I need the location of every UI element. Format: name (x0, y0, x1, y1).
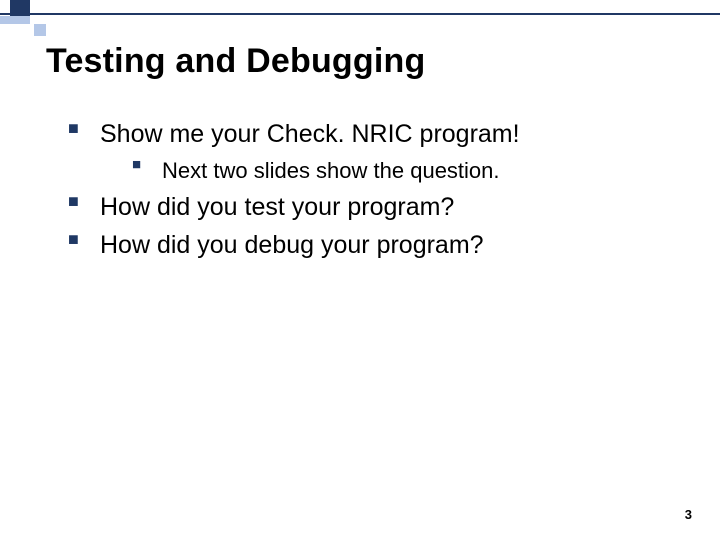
page-number: 3 (685, 507, 692, 522)
sub-bullet-item: Next two slides show the question. (132, 156, 680, 186)
bullet-text: How did you debug your program? (100, 231, 484, 259)
slide-body: Show me your Check. NRIC program! Next t… (68, 118, 680, 267)
bullet-item: Show me your Check. NRIC program! Next t… (68, 118, 680, 185)
decoration-rule (0, 13, 720, 15)
sub-bullet-text: Next two slides show the question. (162, 158, 500, 183)
bullet-item: How did you test your program? (68, 191, 680, 225)
bullet-text: Show me your Check. NRIC program! (100, 120, 520, 148)
slide-title: Testing and Debugging (46, 42, 425, 81)
bullet-text: How did you test your program? (100, 193, 454, 221)
decoration-bar (0, 16, 30, 24)
bullet-item: How did you debug your program? (68, 229, 680, 263)
decoration-square-small (34, 24, 46, 36)
